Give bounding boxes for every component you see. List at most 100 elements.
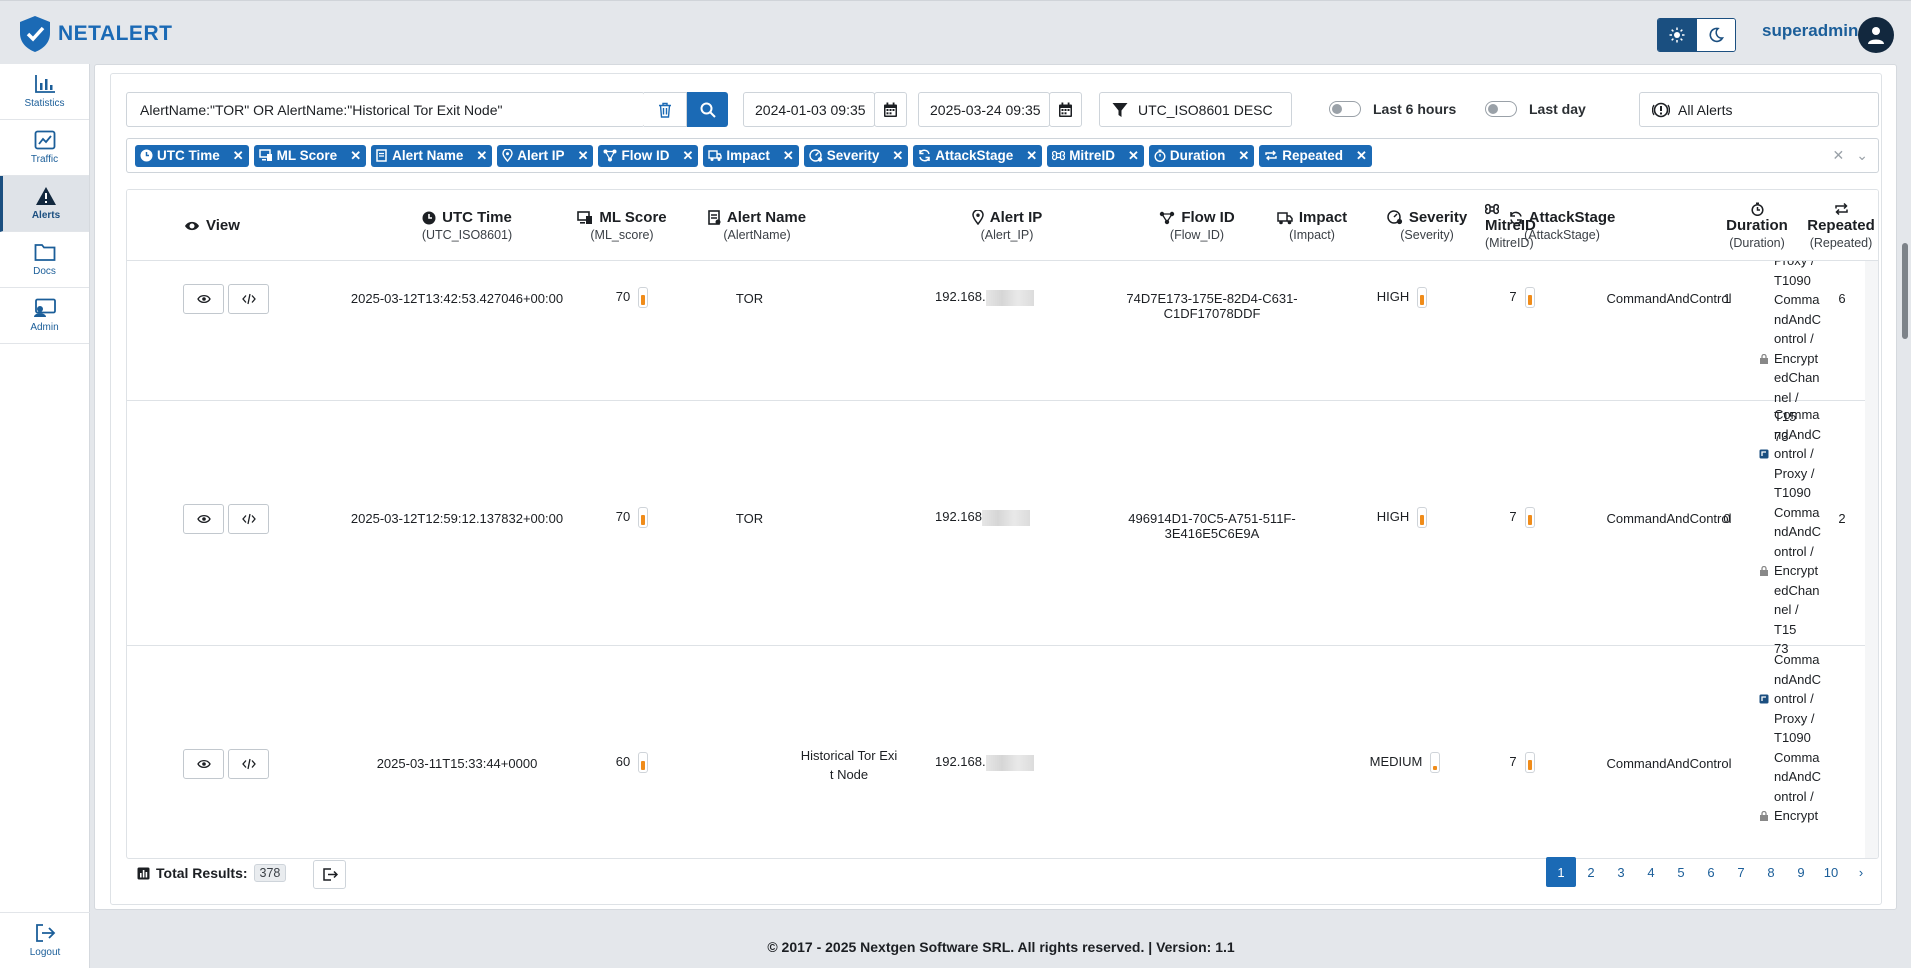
duration-cell: 0 [1723,511,1731,526]
avatar[interactable] [1858,17,1894,53]
toggle-switch[interactable] [1329,101,1361,117]
view-alert-button[interactable] [183,284,224,314]
chip-ml-score[interactable]: ML Score ✕ [253,144,367,167]
light-mode-button[interactable] [1658,19,1697,51]
view-alert-button[interactable] [183,504,224,534]
scrollbar-thumb[interactable] [1902,243,1908,339]
table-row[interactable]: 2025-03-12T13:42:53.427046+00:00 70 TOR … [127,261,1867,444]
page-7[interactable]: 7 [1726,857,1756,887]
last-day-toggle[interactable]: Last day [1485,101,1586,117]
mitre-line: ontrol / [1774,543,1814,559]
view-raw-button[interactable] [228,749,269,779]
sidebar-item-docs[interactable]: Docs [0,232,89,288]
page-6[interactable]: 6 [1696,857,1726,887]
logo[interactable]: NETALERT [18,15,172,53]
flow-id-cell: 74D7E173-175E-82D4-C631-C1DF17078DDF [1126,291,1298,321]
impact-value: HIGH [1376,508,1410,524]
chip-remove-icon[interactable]: ✕ [578,148,589,164]
page-5[interactable]: 5 [1666,857,1696,887]
alerts-table: View UTC Time (UTC_ISO8601) ML Score (ML… [126,189,1879,859]
impact-bar [1430,752,1441,773]
column-view[interactable]: View [157,190,267,261]
bar-fill [1420,295,1425,305]
toggle-switch[interactable] [1485,101,1517,117]
clear-query-button[interactable] [644,92,687,127]
column-ml-score[interactable]: ML Score (ML_score) [567,190,677,261]
view-alert-button[interactable] [183,749,224,779]
column-alert-name[interactable]: Alert Name (AlertName) [687,190,827,261]
top-bar: NETALERT superadmin [0,0,1911,66]
clear-chips-icon[interactable]: ✕ [1833,147,1845,164]
chip-remove-icon[interactable]: ✕ [1356,148,1367,164]
chip-remove-icon[interactable]: ✕ [783,148,794,164]
column-severity[interactable]: Severity (Severity) [1372,190,1482,261]
table-scrollbar[interactable] [1865,261,1878,858]
search-input[interactable]: AlertName:"TOR" OR AlertName:"Historical… [126,92,645,127]
date-from-input[interactable]: 2024-01-03 09:35 [743,92,875,127]
chip-impact[interactable]: Impact ✕ [703,144,799,167]
page-2[interactable]: 2 [1576,857,1606,887]
mitre-line: ndAndC [1774,671,1821,687]
export-button[interactable] [313,860,346,889]
view-raw-button[interactable] [228,284,269,314]
page-8[interactable]: 8 [1756,857,1786,887]
page-4[interactable]: 4 [1636,857,1666,887]
last-6-hours-toggle[interactable]: Last 6 hours [1329,101,1456,117]
page-1[interactable]: 1 [1546,857,1576,887]
chip-remove-icon[interactable]: ✕ [1238,148,1249,164]
chip-duration[interactable]: Duration ✕ [1148,144,1255,167]
page-9[interactable]: 9 [1786,857,1816,887]
alert-type-selector[interactable]: All Alerts [1639,92,1879,127]
column-utc-time[interactable]: UTC Time (UTC_ISO8601) [357,190,577,261]
chip-remove-icon[interactable]: ✕ [1026,148,1037,164]
search-button[interactable] [687,92,728,127]
filter-icon [1112,102,1128,117]
column-mitreid[interactable]: MitreID (MitreID) [1485,190,1575,261]
impact-value: MEDIUM [1369,753,1423,769]
chip-alert-ip[interactable]: Alert IP ✕ [497,144,594,167]
chip-attackstage[interactable]: AttackStage ✕ [913,144,1043,167]
sidebar-item-alerts[interactable]: Alerts [0,176,89,232]
chip-mitreid[interactable]: MitreID ✕ [1047,144,1144,167]
column-alert-ip[interactable]: Alert IP (Alert_IP) [947,190,1067,261]
chip-remove-icon[interactable]: ✕ [233,148,244,164]
table-row[interactable]: 2025-03-11T15:33:44+0000 60 Historical T… [127,646,1867,858]
repeated-cell: 2 [1838,511,1846,526]
column-impact[interactable]: Impact (Impact) [1252,190,1372,261]
location-pin-icon [971,210,984,225]
sidebar-item-admin[interactable]: Admin [0,288,89,344]
page-3[interactable]: 3 [1606,857,1636,887]
username[interactable]: superadmin [1762,21,1858,41]
page-10[interactable]: 10 [1816,857,1846,887]
chip-remove-icon[interactable]: ✕ [1128,148,1139,164]
chip-remove-icon[interactable]: ✕ [892,148,903,164]
column-duration[interactable]: Duration (Duration) [1715,190,1799,261]
sidebar-item-statistics[interactable]: Statistics [0,64,89,120]
chip-remove-icon[interactable]: ✕ [682,148,693,164]
search-query: AlertName:"TOR" OR AlertName:"Historical… [140,101,503,118]
alert-name-cell: Historical Tor Exit Node [800,748,898,782]
date-from-picker[interactable] [874,92,907,127]
theme-toggle[interactable] [1657,18,1736,52]
mitre-line: Comma [1774,504,1820,520]
date-to-input[interactable]: 2025-03-24 09:35 [918,92,1050,127]
table-row[interactable]: 2025-03-12T12:59:12.137832+00:00 70 TOR … [127,401,1867,656]
chip-remove-icon[interactable]: ✕ [476,148,487,164]
view-raw-button[interactable] [228,504,269,534]
date-to-picker[interactable] [1049,92,1082,127]
chip-utc-time[interactable]: UTC Time ✕ [135,144,249,167]
chip-severity[interactable]: Severity ✕ [803,144,909,167]
chip-flow-id[interactable]: Flow ID ✕ [598,144,699,167]
attackstage-cell: CommandAndControl [1606,756,1732,771]
chip-alert-name[interactable]: Alert Name ✕ [371,144,493,167]
next-page-button[interactable]: › [1846,857,1876,887]
impact-cell: HIGH [1362,507,1442,528]
dark-mode-button[interactable] [1696,19,1735,51]
chip-repeated[interactable]: Repeated ✕ [1259,144,1372,167]
sort-selector[interactable]: UTC_ISO8601 DESC [1099,92,1292,127]
chip-remove-icon[interactable]: ✕ [350,148,361,164]
redacted-ip [985,289,1034,306]
sidebar-item-traffic[interactable]: Traffic [0,120,89,176]
chevron-down-icon[interactable]: ⌄ [1856,147,1868,164]
column-repeated[interactable]: Repeated (Repeated) [1799,190,1878,261]
